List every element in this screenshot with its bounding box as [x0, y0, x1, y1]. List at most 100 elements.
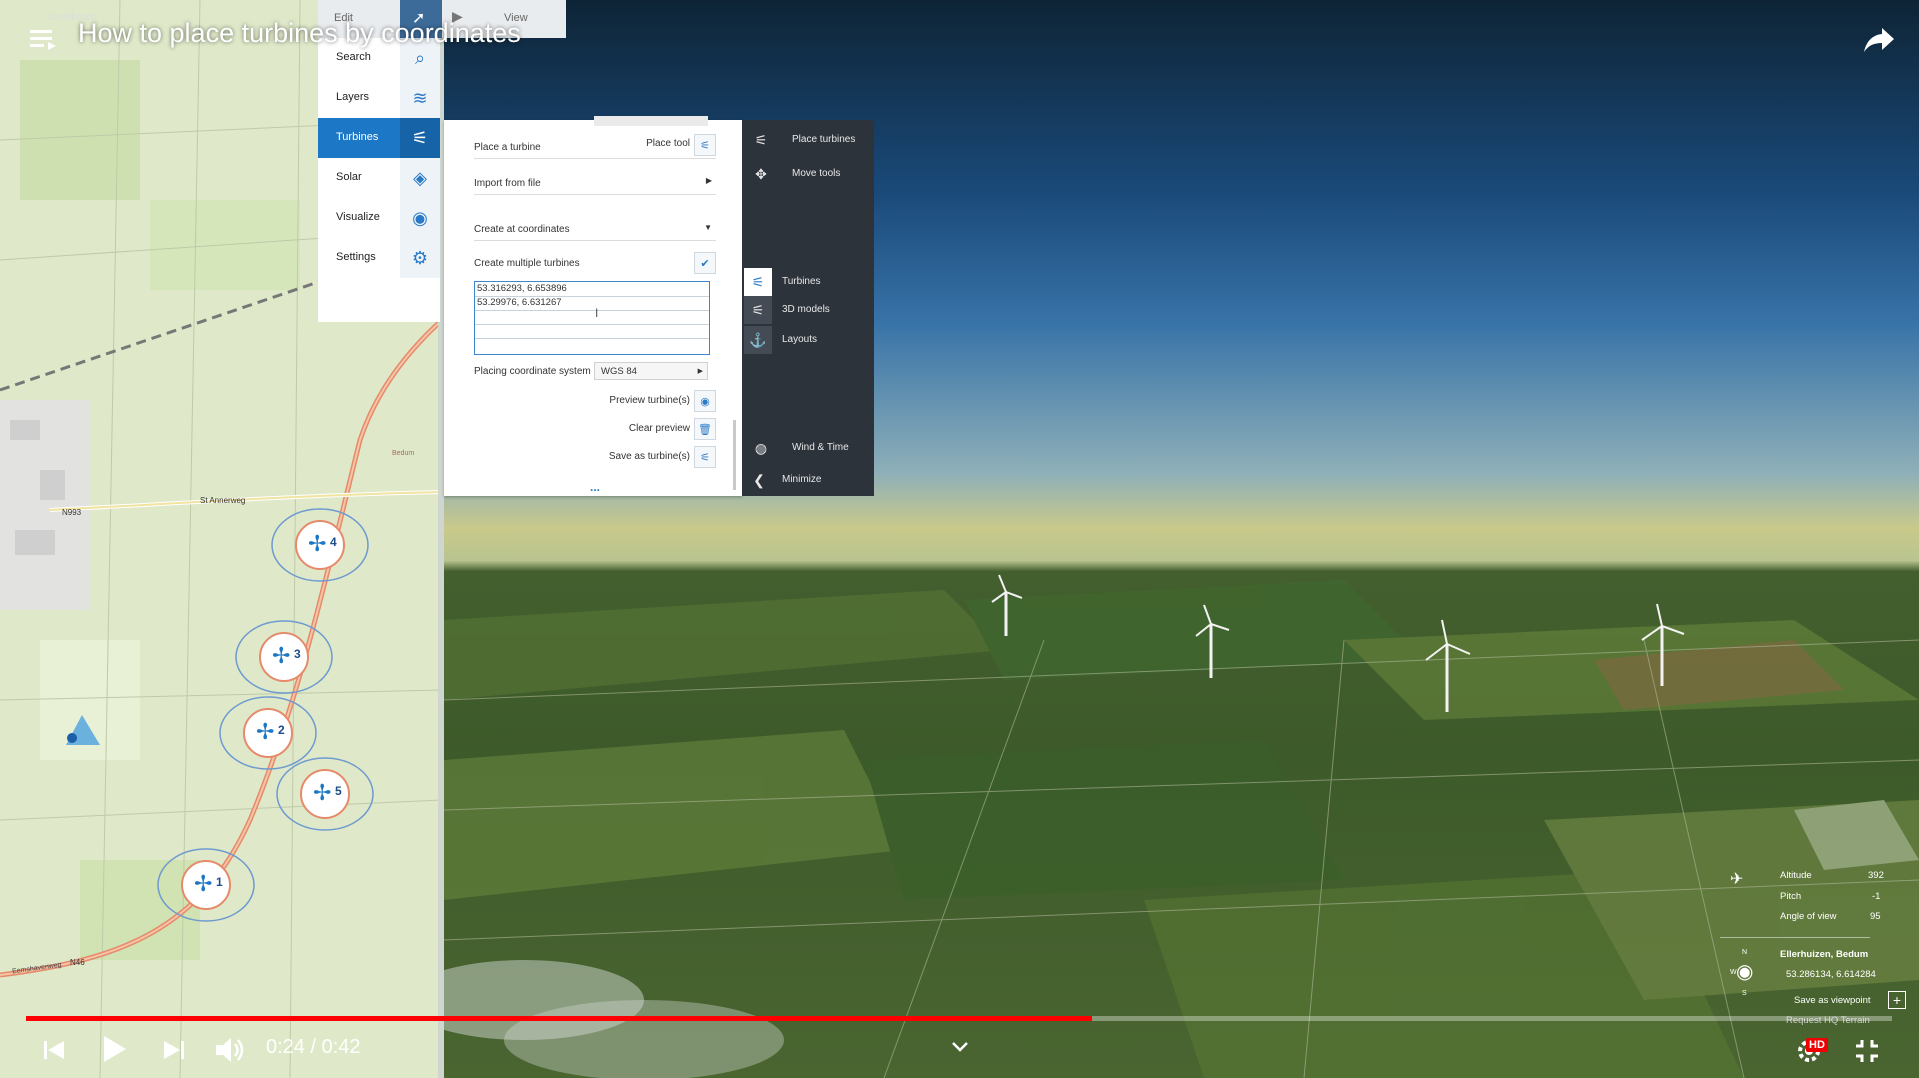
menu-item-move-tools[interactable]: ✥ Move tools: [742, 160, 874, 188]
turbine-icon: ✢: [313, 780, 332, 805]
toolbar-item-layers[interactable]: Layers ≋: [318, 78, 440, 118]
road-label-n46: N46: [70, 958, 85, 967]
place-tool-button[interactable]: ⚟: [694, 134, 716, 156]
toolbar-item-settings[interactable]: Settings ⚙: [318, 238, 440, 278]
save-as-turbines-button[interactable]: ⚟: [694, 446, 716, 468]
toolbar-item-label: Settings: [336, 251, 376, 263]
eye-icon: ◉: [400, 198, 440, 238]
turbine-marker-5[interactable]: 5: [335, 784, 342, 798]
check-icon: ✔: [700, 257, 710, 270]
preview-turbines-label: Preview turbine(s): [609, 395, 690, 406]
model-3d-icon: ⚟: [744, 296, 772, 324]
menu-item-place-turbines[interactable]: ⚟ Place turbines: [742, 126, 874, 154]
clear-preview-row: Clear preview 🗑: [474, 418, 716, 440]
eye-icon: ◉: [700, 395, 710, 408]
compass-n: N: [1742, 949, 1748, 956]
create-multiple-turbines-label: Create multiple turbines: [474, 258, 580, 269]
turbine-icon: ✢: [194, 871, 213, 896]
hud-divider: [1720, 937, 1870, 938]
menu-item-3d-models[interactable]: ⚟ 3D models: [742, 296, 874, 324]
toolbar-item-label: Turbines: [336, 131, 379, 143]
time-separator: /: [310, 1036, 317, 1058]
gear-icon: ⚙: [400, 238, 440, 278]
turbine-icon: ⚟: [400, 118, 440, 158]
chevron-left-icon: ❮: [753, 472, 765, 488]
menu-item-layouts[interactable]: ⚓ Layouts: [742, 326, 874, 354]
save-as-turbines-label: Save as turbine(s): [608, 451, 690, 462]
menu-icon[interactable]: [30, 28, 56, 50]
compass-s: S: [1742, 990, 1747, 997]
progress-played[interactable]: [26, 1016, 1093, 1021]
menu-item-wind-time[interactable]: ◍ Wind & Time: [742, 434, 874, 462]
clear-preview-button[interactable]: 🗑: [694, 418, 716, 440]
chevron-right-icon: ▶: [705, 176, 712, 185]
exit-fullscreen-icon[interactable]: [1852, 1036, 1882, 1066]
time-current: 0:24: [266, 1036, 305, 1058]
toolbar-item-visualize[interactable]: Visualize ◉: [318, 198, 440, 238]
panel-scrollbar[interactable]: [733, 420, 736, 490]
angle-of-view-value: 95: [1870, 911, 1881, 922]
video-title[interactable]: How to place turbines by coordinates: [78, 18, 521, 49]
drone-icon: ✈: [1730, 871, 1744, 888]
toolbar-item-turbines[interactable]: Turbines ⚟: [318, 118, 440, 158]
toolbar-item-label: Solar: [336, 171, 362, 183]
share-icon[interactable]: [1862, 22, 1896, 56]
menu-item-turbines[interactable]: ⚟ Turbines: [742, 268, 874, 296]
chevron-down-icon[interactable]: [950, 1040, 970, 1054]
coordinate-line: 53.316293, 6.653896: [475, 282, 709, 297]
chevron-right-icon: ▶: [697, 368, 703, 375]
menu-item-label: Place turbines: [792, 134, 856, 145]
turbine-icon: ⚟: [744, 268, 772, 296]
turbine-marker-4[interactable]: 4: [330, 535, 337, 549]
coordinate-line-empty: [475, 324, 709, 339]
menu-item-label: Move tools: [792, 168, 841, 179]
menu-item-label: Layouts: [782, 334, 818, 345]
import-from-file-label: Import from file: [474, 178, 541, 189]
toolbar-item-label: Visualize: [336, 211, 380, 223]
toolbar-item-label: Search: [336, 51, 371, 63]
solar-icon: ◈: [400, 158, 440, 198]
next-icon[interactable]: [162, 1038, 186, 1062]
camera-hud: ✈ Altitude 392 Pitch -1 Angle of view 95…: [1720, 865, 1906, 1026]
plus-icon: +: [1892, 992, 1902, 1008]
layers-icon: ≋: [400, 78, 440, 118]
pitch-label: Pitch: [1780, 891, 1802, 902]
compass-eye-icon[interactable]: ◉: [1736, 959, 1753, 984]
create-at-coordinates-row[interactable]: Create at coordinates ▼: [474, 216, 716, 241]
save-viewpoint-button[interactable]: +: [1888, 991, 1906, 1009]
place-tool-label: Place tool: [646, 138, 690, 149]
preview-turbines-button[interactable]: ◉: [694, 390, 716, 412]
location-name: Ellerhuizen, Bedum: [1780, 949, 1869, 960]
altitude-label: Altitude: [1780, 870, 1812, 881]
menu-item-label: Minimize: [782, 474, 822, 485]
turbine-marker-2[interactable]: 2: [278, 723, 285, 737]
menu-item-minimize[interactable]: ❮ Minimize: [742, 466, 874, 494]
toolbar-item-label: Layers: [336, 91, 370, 103]
coordinate-system-label: Placing coordinate system: [474, 366, 591, 377]
road-label-n993: N993: [62, 508, 82, 517]
menu-item-label: 3D models: [782, 304, 830, 315]
play-icon[interactable]: [100, 1034, 128, 1064]
coordinate-system-value: WGS 84: [601, 366, 637, 377]
turbine-marker-3[interactable]: 3: [294, 647, 301, 661]
toolbar-item-solar[interactable]: Solar ◈: [318, 158, 440, 198]
turbine-icon: ✢: [256, 719, 275, 744]
pitch-value: -1: [1872, 891, 1881, 902]
more-indicator[interactable]: ...: [590, 480, 600, 494]
place-turbine-row: Place a turbine Place tool ⚟: [474, 134, 716, 159]
left-toolbar: Search ⌕ Layers ≋ Turbines ⚟ Solar ◈ Vis…: [318, 38, 440, 322]
turbine-plus-icon: ⚟: [754, 132, 768, 148]
coordinates-textarea[interactable]: 53.316293, 6.653896 53.29976, 6.631267 I: [474, 281, 710, 355]
volume-icon[interactable]: [214, 1036, 246, 1064]
turbines-side-menu: ⚟ Place turbines ✥ Move tools ⚟ Turbines…: [742, 120, 874, 496]
coordinate-system-select[interactable]: WGS 84 ▶: [594, 362, 708, 380]
place-turbine-label: Place a turbine: [474, 142, 541, 153]
create-multiple-checkbox[interactable]: ✔: [694, 252, 716, 274]
model-select[interactable]: [594, 116, 708, 126]
turbine-icon: ✢: [272, 643, 291, 668]
place-label-bedum: Bedum: [392, 450, 415, 457]
turbine-marker-1[interactable]: 1: [216, 875, 223, 889]
previous-icon[interactable]: [42, 1038, 66, 1062]
turbine-icon: ✢: [308, 531, 327, 556]
import-from-file-row[interactable]: Import from file ▶: [474, 170, 716, 195]
